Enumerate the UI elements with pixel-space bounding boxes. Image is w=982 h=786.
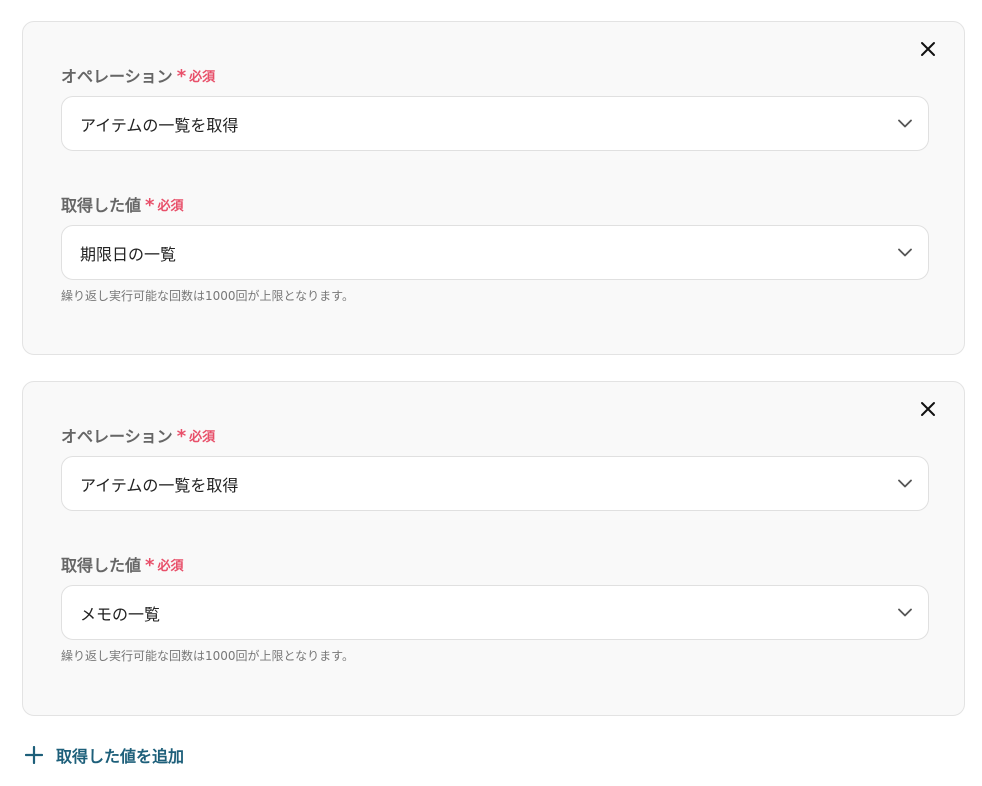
remove-block-button[interactable] <box>918 39 938 59</box>
operation-label-text: オペレーション <box>61 67 173 86</box>
chevron-down-icon <box>898 119 912 129</box>
add-value-label: 取得した値を追加 <box>56 747 185 766</box>
operation-select[interactable]: アイテムの一覧を取得 <box>61 96 929 151</box>
required-badge: 必須 <box>189 69 216 85</box>
chevron-down-icon <box>898 248 912 258</box>
close-icon <box>921 42 935 56</box>
value-label: 取得した値 * 必須 <box>61 552 183 576</box>
chevron-down-icon <box>898 479 912 489</box>
operation-label: オペレーション * 必須 <box>61 423 215 447</box>
value-label-text: 取得した値 <box>61 556 142 575</box>
required-badge: 必須 <box>157 558 184 574</box>
value-label-text: 取得した値 <box>61 196 142 215</box>
operation-select-value: アイテムの一覧を取得 <box>80 115 239 135</box>
value-select[interactable]: 期限日の一覧 <box>61 225 929 280</box>
value-label: 取得した値 * 必須 <box>61 192 183 216</box>
value-select-value: 期限日の一覧 <box>80 244 177 264</box>
loop-block: オペレーション * 必須 アイテムの一覧を取得 取得した値 * 必須 期限日の一… <box>22 21 965 355</box>
add-value-button[interactable]: 取得した値を追加 <box>24 743 184 767</box>
required-badge: 必須 <box>157 198 184 214</box>
required-asterisk: * <box>176 66 187 87</box>
operation-label: オペレーション * 必須 <box>61 63 215 87</box>
chevron-down-icon <box>898 608 912 618</box>
operation-select[interactable]: アイテムの一覧を取得 <box>61 456 929 511</box>
required-asterisk: * <box>145 555 155 576</box>
operation-select-value: アイテムの一覧を取得 <box>80 475 239 495</box>
loop-block: オペレーション * 必須 アイテムの一覧を取得 取得した値 * 必須 メモの一覧… <box>22 381 965 716</box>
remove-block-button[interactable] <box>918 399 938 419</box>
value-select[interactable]: メモの一覧 <box>61 585 929 640</box>
operation-label-text: オペレーション <box>61 427 173 446</box>
required-asterisk: * <box>176 426 187 447</box>
close-icon <box>921 402 935 416</box>
required-asterisk: * <box>145 195 155 216</box>
value-select-value: メモの一覧 <box>80 604 161 624</box>
helper-text: 繰り返し実行可能な回数は1000回が上限となります。 <box>61 649 354 663</box>
helper-text: 繰り返し実行可能な回数は1000回が上限となります。 <box>61 289 354 303</box>
required-badge: 必須 <box>189 429 216 445</box>
plus-icon <box>24 745 44 765</box>
